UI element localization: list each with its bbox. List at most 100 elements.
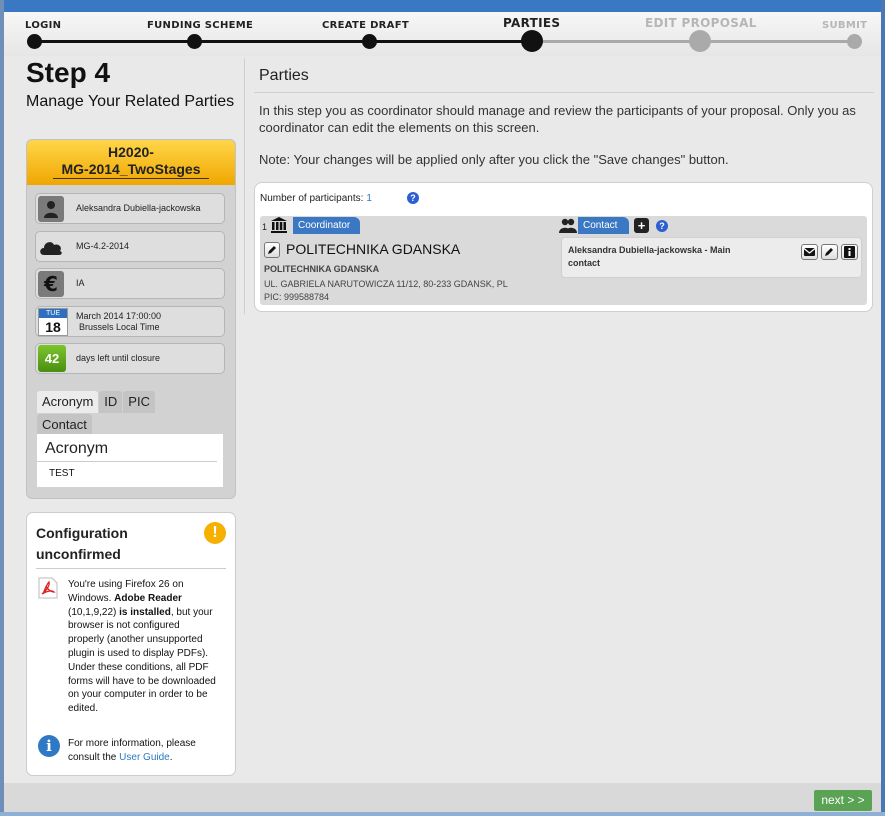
participant-pic: PIC: 999588784	[264, 292, 330, 302]
project-panel: H2020- MG-2014_TwoStages Aleksandra Dubi…	[26, 139, 236, 499]
project-title: H2020- MG-2014_TwoStages	[27, 140, 235, 185]
coordinator-tag: Coordinator	[293, 217, 361, 234]
help-icon[interactable]: ?	[407, 192, 419, 204]
euro-icon: €	[38, 270, 64, 297]
info-row-days-left: 42 days left until closure	[35, 343, 225, 374]
info-type: IA	[76, 278, 85, 288]
wizard-step-create-draft[interactable]: CREATE DRAFT	[322, 20, 409, 31]
wizard-dot-funding-scheme[interactable]	[187, 34, 202, 49]
message-details: , but your browser is not configured pro…	[68, 606, 216, 715]
footer-bar	[4, 783, 885, 812]
wizard-dot-edit-proposal	[689, 30, 711, 52]
participant-address-block: UL. GABRIELA NARUTOWICZA 11/12, 80-233 G…	[264, 278, 554, 304]
identifier-tabs: Acronym ID PIC Contact	[37, 391, 227, 436]
page-title: Parties	[259, 67, 309, 84]
info-deadline-date: March 2014 17:00:00	[76, 310, 162, 321]
configuration-more-info: For more information, please consult the…	[68, 737, 218, 765]
wizard-progress: LOGIN FUNDING SCHEME CREATE DRAFT PARTIE…	[4, 12, 885, 56]
note-text: Note: Your changes will be applied only …	[259, 152, 729, 167]
participants-panel: Number of participants: 1 ? 1 Coordinator…	[254, 182, 873, 312]
info-days-left-text: days left until closure	[76, 353, 161, 363]
contact-card: Aleksandra Dubiella-jackowska - Main con…	[561, 237, 862, 278]
info-user-name: Aleksandra Dubiella-jackowska	[76, 203, 201, 213]
calendar-icon: TUE 18	[38, 307, 68, 336]
step-number: Step 4	[26, 57, 111, 88]
info-topic: MG-4.2-2014	[76, 241, 130, 251]
contact-tag: Contact	[578, 217, 629, 234]
participant-name: POLITECHNIKA GDANSKA	[286, 241, 461, 257]
divider	[36, 568, 226, 569]
info-row-user: Aleksandra Dubiella-jackowska	[35, 193, 225, 224]
project-title-line2: MG-2014_TwoStages	[53, 161, 209, 179]
wizard-dot-login[interactable]	[27, 34, 42, 49]
user-icon	[38, 195, 64, 222]
pencil-icon	[825, 248, 833, 256]
tab-contact[interactable]: Contact	[37, 414, 92, 436]
project-title-line1: H2020-	[108, 144, 154, 160]
tab-acronym[interactable]: Acronym	[37, 391, 99, 413]
message-adobe-reader: Adobe Reader	[114, 592, 182, 604]
user-guide-link[interactable]: User Guide	[119, 752, 170, 763]
participants-count-value: 1	[366, 193, 372, 204]
participant-row: 1 Coordinator POLITECHNIKA GDANSKA POLIT…	[260, 216, 867, 305]
email-contact-button[interactable]	[801, 244, 818, 260]
wizard-dot-create-draft[interactable]	[362, 34, 377, 49]
participants-label: Number of participants:	[260, 193, 364, 204]
calendar-month: TUE	[39, 308, 67, 318]
message-installed: is installed	[119, 606, 171, 618]
envelope-icon	[803, 248, 816, 256]
wizard-dot-parties	[521, 30, 543, 52]
tab-pic[interactable]: PIC	[123, 391, 155, 413]
edit-participant-button[interactable]	[264, 242, 280, 258]
step-description: Manage Your Related Parties	[26, 93, 235, 110]
tab-content-title: Acronym	[37, 434, 217, 462]
application-frame: LOGIN FUNDING SCHEME CREATE DRAFT PARTIE…	[4, 0, 885, 812]
configuration-message: You're using Firefox 26 on Windows. Adob…	[68, 578, 218, 716]
info-row-deadline: TUE 18 March 2014 17:00:00 Brussels Loca…	[35, 306, 225, 337]
vertical-divider	[244, 58, 245, 314]
contacts-icon	[559, 218, 577, 233]
taskbar-edge	[0, 812, 885, 816]
configuration-notice: Configuration unconfirmed ! You're using…	[26, 512, 236, 776]
configuration-title: Configuration unconfirmed	[36, 525, 128, 562]
info-row-topic: MG-4.2-2014	[35, 231, 225, 262]
add-contact-button[interactable]: +	[634, 218, 649, 233]
institution-icon	[271, 217, 287, 233]
participant-legal-name: POLITECHNIKA GDANSKA	[264, 264, 380, 274]
participants-count: Number of participants: 1	[260, 193, 372, 204]
calendar-day: 18	[45, 318, 61, 335]
window-edge	[881, 0, 885, 816]
wizard-progress-line-done	[34, 40, 531, 43]
contact-name: Aleksandra Dubiella-jackowska - Main con…	[568, 245, 731, 268]
cloud-icon	[38, 234, 64, 260]
warning-icon: !	[204, 522, 226, 544]
wizard-step-parties: PARTIES	[503, 16, 561, 30]
contact-help-icon[interactable]: ?	[656, 220, 668, 232]
wizard-step-funding-scheme[interactable]: FUNDING SCHEME	[147, 20, 253, 31]
next-button[interactable]: next > >	[814, 790, 872, 811]
info-deadline-timezone: Brussels Local Time	[79, 321, 160, 332]
edit-contact-button[interactable]	[821, 244, 838, 260]
message-version: (10,1,9,22)	[68, 606, 120, 618]
title-divider	[254, 92, 874, 93]
participant-address: UL. GABRIELA NARUTOWICZA 11/12, 80-233 G…	[264, 279, 508, 289]
top-bar	[4, 0, 885, 12]
step-heading: Step 4 Manage Your Related Parties	[26, 58, 236, 112]
wizard-dot-submit	[847, 34, 862, 49]
info-icon: i	[38, 735, 60, 757]
info-row-type: € IA	[35, 268, 225, 299]
tab-id[interactable]: ID	[99, 391, 123, 413]
contact-info-button[interactable]	[841, 244, 858, 260]
wizard-step-submit: SUBMIT	[822, 20, 868, 31]
days-left-badge: 42	[38, 345, 66, 372]
tab-content-value: TEST	[49, 468, 75, 479]
intro-text: In this step you as coordinator should m…	[259, 103, 856, 135]
participant-number: 1	[262, 222, 268, 232]
pdf-icon	[38, 577, 58, 599]
tab-content: Acronym TEST	[37, 434, 223, 487]
info-deadline: March 2014 17:00:00 Brussels Local Time	[76, 311, 161, 333]
pencil-icon	[268, 246, 276, 254]
more-info-suffix: .	[169, 751, 173, 763]
info-square-icon	[844, 246, 855, 258]
wizard-step-login[interactable]: LOGIN	[25, 20, 61, 31]
